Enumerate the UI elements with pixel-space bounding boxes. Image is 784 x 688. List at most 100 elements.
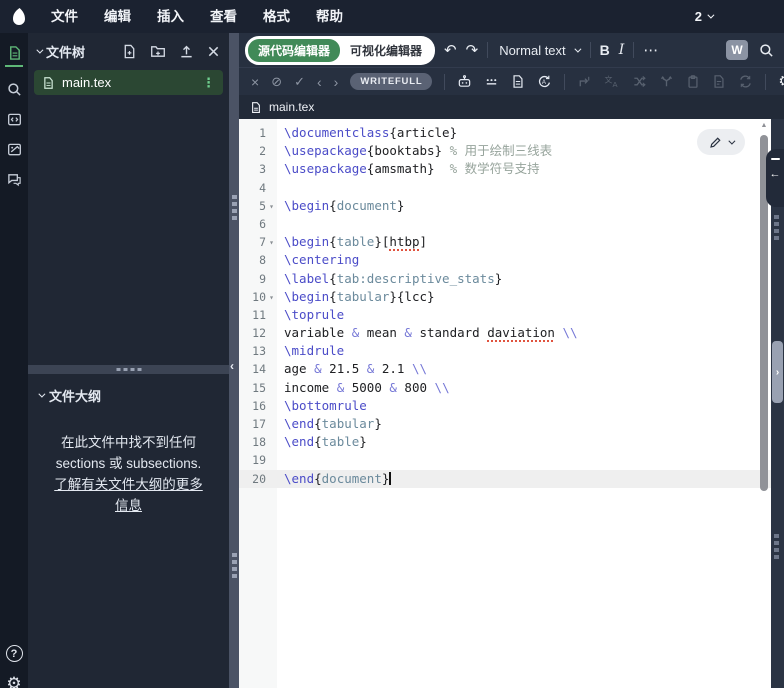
code-line[interactable]: 15 income & 5000 & 800 \\ [239, 379, 771, 397]
code-line[interactable]: 18 \end{table} [239, 433, 771, 451]
sync-check-button[interactable] [738, 74, 753, 89]
bold-button[interactable]: B [600, 42, 610, 58]
fold-toggle-icon[interactable]: ▾ [266, 197, 277, 215]
code-line[interactable]: 7 ▾ \begin{table}[htbp] [239, 233, 771, 251]
code-line[interactable]: 16 \bottomrule [239, 397, 771, 415]
help-button[interactable]: ? [5, 645, 23, 662]
paragraph-style-dropdown[interactable]: Normal text [497, 43, 582, 58]
previous-suggestion-button[interactable]: ‹ [317, 75, 322, 89]
tab-main-tex[interactable]: main.tex [269, 100, 314, 114]
layout-switcher-label: 2 [694, 9, 702, 24]
editor-switch-pill[interactable] [697, 129, 745, 155]
file-tree-item-main-tex[interactable]: main.tex ⋮ [34, 70, 223, 95]
panel-divider[interactable] [28, 365, 229, 374]
redo-button[interactable]: ↷ [466, 43, 479, 58]
rail-media-button[interactable] [7, 142, 22, 157]
file-tree-header: 文件树 [28, 33, 229, 68]
fold-toggle-icon[interactable]: ▾ [266, 233, 277, 251]
undo-button[interactable]: ↶ [444, 43, 457, 58]
rail-review-button[interactable] [7, 172, 22, 187]
source-editor-toggle[interactable]: 源代码编辑器 [248, 38, 341, 62]
overleaf-logo-icon[interactable] [10, 7, 28, 27]
upload-button[interactable] [179, 44, 194, 59]
file-tree-empty-area[interactable] [28, 97, 229, 365]
chevron-down-icon [574, 45, 582, 53]
menu-view[interactable]: 查看 [197, 0, 250, 33]
code-line[interactable]: 5 ▾ \begin{document} [239, 197, 771, 215]
code-line[interactable]: 2 \usepackage{booktabs} % 用于绘制三线表 [239, 142, 771, 160]
panel-resizer[interactable]: ‹ [229, 33, 239, 688]
code-line[interactable]: 6 [239, 215, 771, 233]
new-folder-button[interactable] [150, 44, 166, 59]
code-line[interactable]: 17 \end{tabular} [239, 415, 771, 433]
translate-button[interactable]: 文A [604, 74, 620, 89]
abstract-generator-button[interactable] [712, 74, 726, 89]
chevron-down-icon[interactable] [38, 390, 46, 398]
document-icon [714, 75, 724, 88]
branch-arrow-icon [661, 75, 673, 87]
collapse-panel-icon[interactable]: ‹ [230, 359, 234, 373]
code-line[interactable]: 20 \end{document} [239, 469, 771, 488]
file-tree-section: 文件树 main.tex ⋮ [28, 33, 229, 365]
next-suggestion-button[interactable]: › [334, 75, 339, 89]
document-check-button[interactable] [511, 74, 525, 89]
code-line[interactable]: 14 age & 21.5 & 2.1 \\ [239, 360, 771, 378]
chevron-right-icon: › [775, 366, 780, 378]
ai-assistant-button[interactable] [457, 74, 472, 89]
revision-history-button[interactable]: A [537, 74, 552, 89]
menu-edit[interactable]: 编辑 [91, 0, 144, 33]
code-line[interactable]: 19 [239, 451, 771, 469]
paraphrase-button[interactable] [632, 74, 647, 89]
menu-insert[interactable]: 插入 [144, 0, 197, 33]
rail-search-button[interactable] [7, 82, 22, 97]
writefull-button[interactable]: W [726, 40, 748, 60]
open-pdf-panel-button[interactable]: ← [766, 149, 784, 207]
loop-arrows-icon [740, 75, 752, 88]
document-icon [44, 76, 53, 89]
translate-icon: 文A [605, 74, 618, 89]
code-line[interactable]: 1 \documentclass{article} [239, 124, 771, 142]
rail-file-tree-button[interactable] [5, 45, 23, 67]
italic-button[interactable]: I [619, 42, 625, 58]
menu-file[interactable]: 文件 [38, 0, 91, 33]
menu-help[interactable]: 帮助 [303, 0, 356, 33]
file-outline-header: 文件大纲 [28, 374, 229, 413]
new-file-button[interactable] [122, 44, 137, 59]
layout-switcher-button[interactable]: 2 [694, 9, 715, 24]
code-line[interactable]: 13 \midrule [239, 342, 771, 360]
file-name: main.tex [62, 75, 112, 90]
file-menu-button[interactable]: ⋮ [202, 75, 215, 91]
split-sentence-button[interactable] [659, 74, 674, 89]
editor-scrollbar[interactable]: ▲ [759, 121, 769, 686]
code-line[interactable]: 11 \toprule [239, 306, 771, 324]
dismiss-button[interactable]: ⊘ [271, 75, 282, 88]
fold-toggle-icon[interactable]: ▾ [266, 288, 277, 306]
reject-suggestion-button[interactable]: × [251, 75, 259, 89]
code-editor[interactable]: 1 \documentclass{article} 2 \usepackage{boo… [239, 119, 771, 688]
rewrite-button[interactable] [577, 74, 592, 89]
close-panel-button[interactable] [207, 45, 220, 58]
writefull-badge: WRITEFULL [350, 73, 433, 90]
settings-button[interactable]: ⚙ [6, 674, 21, 688]
code-line[interactable]: 10 ▾ \begin{tabular}{lcc} [239, 288, 771, 306]
restore-pdf-view-button[interactable]: › [772, 341, 783, 403]
code-line[interactable]: 8 \centering [239, 251, 771, 269]
menu-format[interactable]: 格式 [250, 0, 303, 33]
search-icon[interactable] [759, 43, 774, 58]
code-line[interactable]: 3 \usepackage{amsmath} % 数学符号支持 [239, 160, 771, 178]
editor-area: 1 \documentclass{article} 2 \usepackage{boo… [239, 119, 784, 688]
suggestions-menu-button[interactable] [484, 74, 499, 89]
more-tools-button[interactable]: ⋯ [643, 43, 658, 58]
chevron-down-icon[interactable] [36, 46, 44, 54]
rail-integrations-button[interactable] [7, 112, 22, 127]
writefull-settings-button[interactable]: ⚙ [778, 74, 784, 89]
visual-editor-toggle[interactable]: 可视化编辑器 [340, 39, 432, 62]
code-line[interactable]: 9 \label{tab:descriptive_stats} [239, 270, 771, 288]
accept-suggestion-button[interactable]: ✓ [294, 75, 305, 88]
editor-column: 源代码编辑器 可视化编辑器 ↶ ↷ Normal text B I ⋯ W × … [239, 33, 784, 688]
code-line[interactable]: 4 [239, 179, 771, 197]
outline-learn-more-link[interactable]: 了解有关文件大纲的更多信息 [54, 477, 203, 513]
code-line[interactable]: 12 variable & mean & standard daviation \… [239, 324, 771, 342]
clipboard-button[interactable] [686, 74, 700, 89]
scroll-up-icon[interactable]: ▲ [759, 121, 769, 131]
